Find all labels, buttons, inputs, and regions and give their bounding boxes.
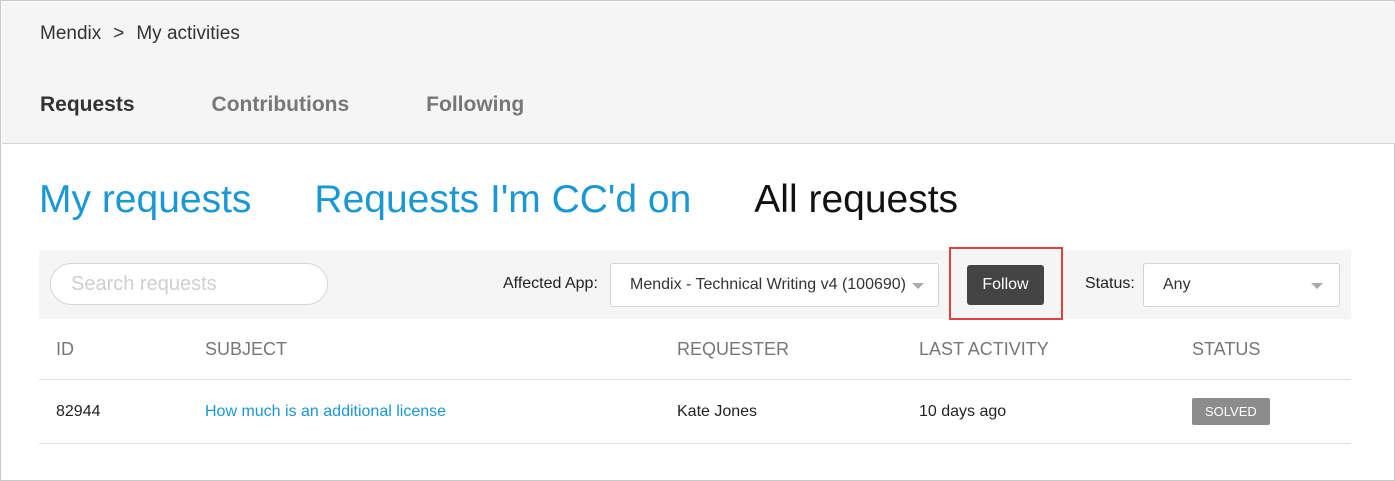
request-subject-link[interactable]: How much is an additional license xyxy=(205,403,446,420)
tab-requests[interactable]: Requests xyxy=(40,93,135,117)
status-badge: SOLVED xyxy=(1192,398,1270,425)
column-header-last-activity[interactable]: LAST ACTIVITY xyxy=(919,319,1192,380)
tab-contributions[interactable]: Contributions xyxy=(212,93,350,117)
chevron-down-icon xyxy=(1311,283,1323,289)
search-input[interactable] xyxy=(50,263,328,305)
filter-bar: Affected App: Mendix - Technical Writing… xyxy=(39,247,1351,320)
breadcrumb-current-link[interactable]: My activities xyxy=(136,23,239,45)
tab-my-requests[interactable]: My requests xyxy=(39,178,251,222)
request-requester: Kate Jones xyxy=(677,379,919,444)
column-header-status[interactable]: STATUS xyxy=(1192,319,1351,380)
affected-app-value: Mendix - Technical Writing v4 (100690) xyxy=(630,276,906,293)
table-header-row: ID SUBJECT REQUESTER LAST ACTIVITY STATU… xyxy=(39,319,1351,380)
breadcrumb-root-link[interactable]: Mendix xyxy=(40,23,101,45)
activity-tabs: Requests Contributions Following xyxy=(40,93,601,117)
tab-following[interactable]: Following xyxy=(426,93,524,117)
breadcrumb: Mendix > My activities xyxy=(40,23,240,45)
tab-all-requests[interactable]: All requests xyxy=(754,178,958,222)
tab-cc-requests[interactable]: Requests I'm CC'd on xyxy=(314,178,691,222)
column-header-requester[interactable]: REQUESTER xyxy=(677,319,919,380)
table-row[interactable]: 82944 How much is an additional license … xyxy=(39,379,1351,444)
request-status-cell: SOLVED xyxy=(1192,379,1351,444)
breadcrumb-separator: > xyxy=(113,23,125,44)
requests-table: ID SUBJECT REQUESTER LAST ACTIVITY STATU… xyxy=(39,319,1351,444)
status-label: Status: xyxy=(1085,275,1135,292)
request-id: 82944 xyxy=(39,379,205,444)
request-last-activity: 10 days ago xyxy=(919,379,1192,444)
affected-app-select[interactable]: Mendix - Technical Writing v4 (100690) xyxy=(610,263,939,307)
column-header-subject[interactable]: SUBJECT xyxy=(205,319,677,380)
request-subject-cell: How much is an additional license xyxy=(205,379,677,444)
request-filter-tabs: My requests Requests I'm CC'd on All req… xyxy=(39,178,1021,222)
affected-app-label: Affected App: xyxy=(503,275,598,292)
chevron-down-icon xyxy=(912,283,924,289)
status-select[interactable]: Any xyxy=(1143,263,1340,307)
top-header: Mendix > My activities Requests Contribu… xyxy=(2,2,1395,144)
window-frame: Mendix > My activities Requests Contribu… xyxy=(0,0,1395,481)
follow-button[interactable]: Follow xyxy=(967,265,1044,305)
status-value: Any xyxy=(1163,276,1191,293)
column-header-id[interactable]: ID xyxy=(39,319,205,380)
